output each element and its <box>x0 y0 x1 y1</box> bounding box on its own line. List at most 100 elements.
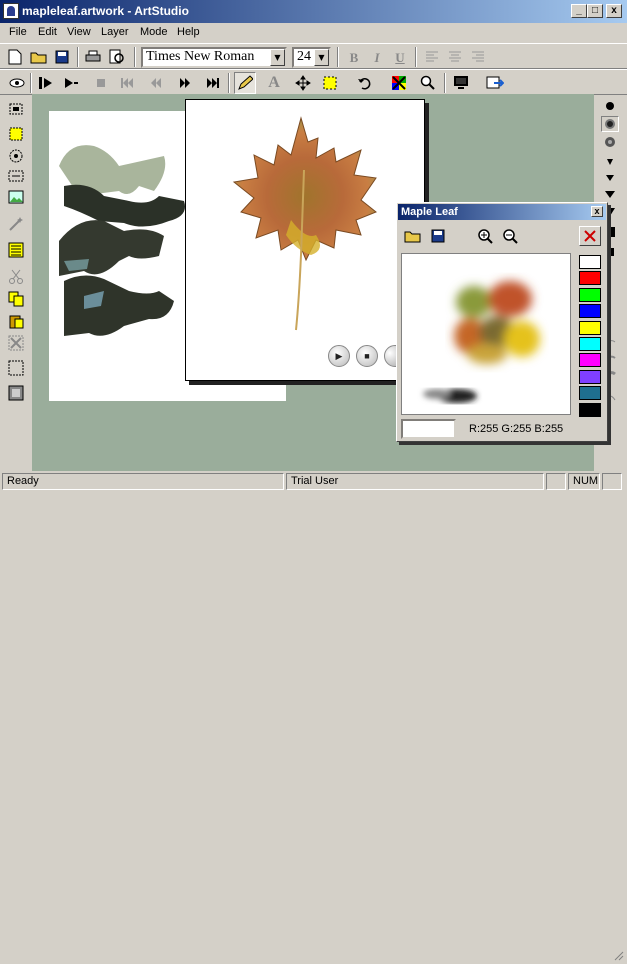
standard-toolbar: Times New Roman ▼ 24 ▼ B I U <box>0 43 627 69</box>
minimize-button[interactable]: _ <box>571 4 587 18</box>
brush-size-3-icon[interactable] <box>601 186 619 202</box>
status-num: NUM <box>568 473 600 490</box>
color-swatch[interactable] <box>579 369 601 384</box>
color-swatch[interactable] <box>579 320 601 335</box>
prev-frame-icon[interactable] <box>145 72 167 94</box>
undo-icon[interactable] <box>354 72 376 94</box>
crop-tool-icon[interactable] <box>6 99 26 119</box>
chevron-down-icon[interactable]: ▼ <box>314 49 329 66</box>
canvas-stop-button[interactable]: ■ <box>356 345 378 367</box>
last-frame-icon[interactable] <box>202 72 224 94</box>
palette-zoom-in-icon[interactable] <box>474 226 496 246</box>
brush-size-2-icon[interactable] <box>601 170 619 186</box>
move-icon[interactable] <box>292 72 314 94</box>
next-frame-icon[interactable] <box>174 72 196 94</box>
monitor-icon[interactable] <box>450 72 472 94</box>
font-size-value: 24 <box>297 49 311 64</box>
palette-close-button[interactable]: x <box>591 206 603 217</box>
open-folder-icon[interactable] <box>28 46 50 68</box>
menu-file[interactable]: File <box>9 26 27 38</box>
new-file-icon[interactable] <box>4 46 26 68</box>
resize-grip-icon[interactable] <box>612 949 624 961</box>
wand-tool-icon[interactable] <box>6 214 26 234</box>
rect-select-icon[interactable] <box>6 166 26 186</box>
print-icon[interactable] <box>82 46 104 68</box>
menu-edit[interactable]: Edit <box>38 26 57 38</box>
canvas-play-button[interactable]: ▶ <box>328 345 350 367</box>
align-left-icon[interactable] <box>421 46 443 68</box>
brush-small-icon[interactable] <box>601 98 619 114</box>
eye-icon[interactable] <box>6 72 28 94</box>
palette-window-title: Maple Leaf <box>401 206 458 218</box>
maple-leaf-window[interactable]: Maple Leaf x R:255 G:255 B:255 <box>396 202 608 442</box>
color-picker-icon[interactable] <box>388 72 410 94</box>
font-name-select[interactable]: Times New Roman ▼ <box>141 47 287 68</box>
underline-button[interactable]: U <box>389 46 411 68</box>
play-icon[interactable] <box>60 72 82 94</box>
palette-zoom-out-icon[interactable] <box>499 226 521 246</box>
color-swatch[interactable] <box>579 402 601 417</box>
status-user: Trial User <box>286 473 544 490</box>
ellipse-select-icon[interactable] <box>6 146 26 166</box>
color-swatch[interactable] <box>579 386 601 401</box>
select-none-icon[interactable] <box>6 358 26 378</box>
delete-icon[interactable] <box>6 333 26 353</box>
color-swatch[interactable] <box>579 337 601 351</box>
menu-mode[interactable]: Mode <box>140 26 168 38</box>
frame-icon[interactable] <box>6 383 26 403</box>
brush-soft-icon[interactable] <box>601 116 619 132</box>
print-preview-icon[interactable] <box>106 46 128 68</box>
maple-leaf-image <box>232 116 377 331</box>
lasso-tool-icon[interactable] <box>6 124 26 144</box>
left-toolbox <box>0 94 32 471</box>
select-rectangle-icon[interactable] <box>319 72 341 94</box>
palette-clear-icon[interactable] <box>579 226 601 246</box>
play-frame-icon[interactable] <box>35 72 57 94</box>
app-icon[interactable] <box>3 3 19 19</box>
rgb-readout: R:255 G:255 B:255 <box>469 423 564 435</box>
paste-icon[interactable] <box>6 311 26 331</box>
copy-icon[interactable] <box>6 289 26 309</box>
image-icon[interactable] <box>6 187 26 207</box>
menu-view[interactable]: View <box>67 26 91 38</box>
brush-texture-icon[interactable] <box>601 134 619 150</box>
title-bar[interactable]: mapleleaf.artwork - ArtStudio _ □ x <box>0 0 627 23</box>
window-title: mapleleaf.artwork - ArtStudio <box>22 4 189 18</box>
chevron-down-icon[interactable]: ▼ <box>270 49 285 66</box>
color-swatch[interactable] <box>579 255 601 269</box>
status-bar: Ready Trial User NUM <box>0 471 627 961</box>
palette-mixing-canvas[interactable] <box>401 253 571 415</box>
font-size-select[interactable]: 24 ▼ <box>292 47 331 68</box>
zoom-icon[interactable] <box>417 72 439 94</box>
first-frame-icon[interactable] <box>116 72 138 94</box>
palette-title-bar[interactable]: Maple Leaf <box>398 204 606 220</box>
pencil-icon[interactable] <box>234 72 256 94</box>
export-icon[interactable] <box>484 72 506 94</box>
paint-blobs <box>423 281 540 403</box>
palette-save-icon[interactable] <box>427 226 449 246</box>
menu-help[interactable]: Help <box>177 26 200 38</box>
close-button[interactable]: x <box>606 4 622 18</box>
color-swatch[interactable] <box>579 271 601 286</box>
color-swatch[interactable] <box>579 353 601 368</box>
align-center-icon[interactable] <box>444 46 466 68</box>
italic-button[interactable]: I <box>366 46 388 68</box>
cut-icon[interactable] <box>6 267 26 287</box>
text-tool-icon[interactable]: A <box>263 72 285 94</box>
color-swatch[interactable] <box>579 304 601 319</box>
layers-icon[interactable] <box>6 240 26 260</box>
font-name-value: Times New Roman <box>146 49 255 64</box>
bold-button[interactable]: B <box>343 46 365 68</box>
color-swatch[interactable] <box>579 287 601 302</box>
brush-size-1-icon[interactable] <box>601 154 619 170</box>
current-color-preview <box>401 419 456 439</box>
maple-leaf-canvas[interactable]: ▶ ■ <box>185 99 425 381</box>
save-icon[interactable] <box>51 46 73 68</box>
status-scroll <box>602 473 622 490</box>
status-caps <box>546 473 566 490</box>
maximize-button[interactable]: □ <box>587 4 603 18</box>
menu-layer[interactable]: Layer <box>101 26 129 38</box>
stop-icon[interactable] <box>90 72 112 94</box>
align-right-icon[interactable] <box>467 46 489 68</box>
palette-open-icon[interactable] <box>402 226 424 246</box>
